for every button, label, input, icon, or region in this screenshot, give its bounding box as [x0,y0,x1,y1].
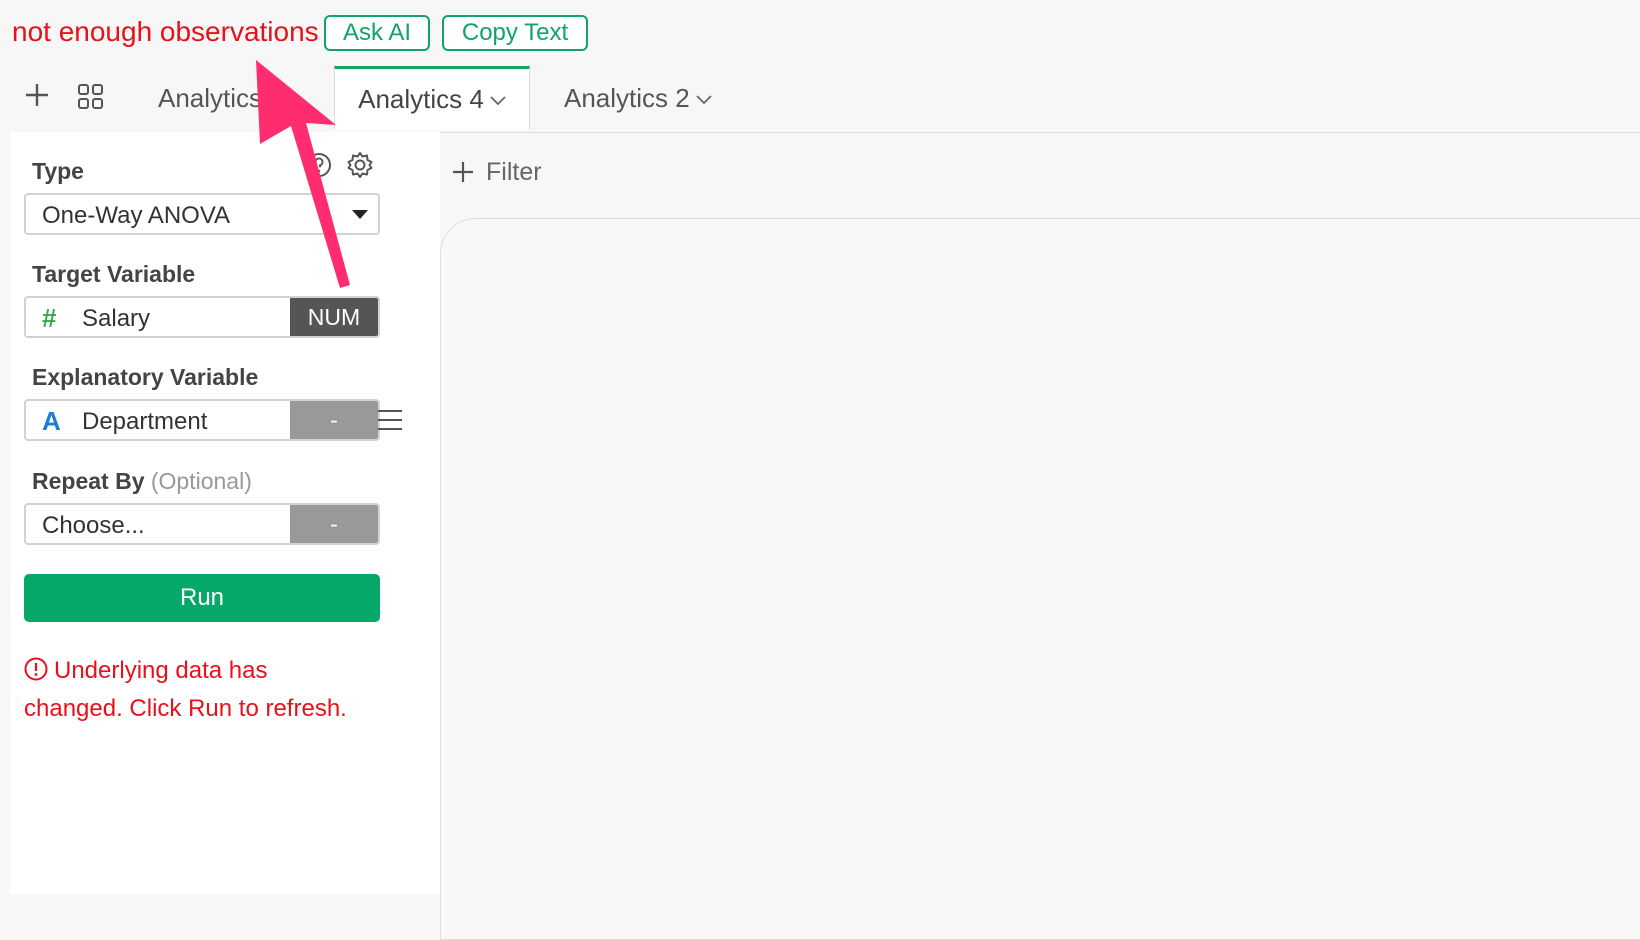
repeat-by-text: Repeat By [32,468,145,494]
help-icon[interactable] [306,152,332,178]
explanatory-variable-field[interactable]: A Department - [24,399,380,441]
menu-icon[interactable] [377,409,403,431]
chevron-down-icon [490,96,506,106]
caret-down-icon [352,210,368,219]
type-select-value: One-Way ANOVA [42,202,231,229]
repeat-by-type-badge[interactable]: - [290,505,378,543]
ask-ai-button[interactable]: Ask AI [324,15,430,51]
target-type-badge[interactable]: NUM [290,298,378,336]
target-variable-label: Target Variable [32,261,196,287]
explanatory-variable-value: Department [82,408,208,435]
tab-label: Analytics [158,83,263,113]
optional-hint: (Optional) [150,468,252,494]
refresh-warning: Underlying data has changed. Click Run t… [24,652,404,728]
copy-text-button[interactable]: Copy Text [442,15,588,51]
number-type-icon: # [42,303,57,333]
plus-icon[interactable] [24,82,50,108]
text-type-icon: A [42,406,61,436]
explanatory-type-badge[interactable]: - [290,401,378,439]
error-message: not enough observations [12,16,319,47]
tab-label: Analytics 4 [358,84,484,114]
warning-line-1: Underlying data has [54,657,268,684]
type-select[interactable]: One-Way ANOVA [24,193,380,235]
warning-line-2: changed. Click Run to refresh. [24,695,347,722]
chevron-down-icon [268,95,284,105]
repeat-by-field[interactable]: Choose... - [24,503,380,545]
plus-icon [453,162,473,182]
tab-analytics-2[interactable]: Analytics 2 [564,66,734,132]
tab-label: Analytics 2 [564,83,690,113]
type-label: Type [32,158,84,184]
tab-analytics[interactable]: Analytics [158,66,328,132]
top-bar: not enough observations Ask AI Copy Text [0,0,1640,68]
filter-label: Filter [486,158,542,186]
run-button[interactable]: Run [24,574,380,622]
tab-analytics-4[interactable]: Analytics 4 [334,66,530,130]
tab-bar: Analytics Analytics 4 Analytics 2 [10,66,1640,133]
add-filter-button[interactable]: Filter [452,158,542,187]
settings-panel: Type One-Way ANOVA Target Variable # Sal… [10,132,440,894]
chart-canvas [440,218,1640,940]
chevron-down-icon [696,95,712,105]
alert-icon [24,657,48,681]
target-variable-field[interactable]: # Salary NUM [24,296,380,338]
target-variable-value: Salary [82,305,151,332]
explanatory-variable-label: Explanatory Variable [32,364,259,390]
repeat-by-value: Choose... [42,512,145,539]
gear-icon[interactable] [346,151,374,179]
grid-icon[interactable] [78,84,104,110]
repeat-by-label: Repeat By (Optional) [32,468,252,495]
